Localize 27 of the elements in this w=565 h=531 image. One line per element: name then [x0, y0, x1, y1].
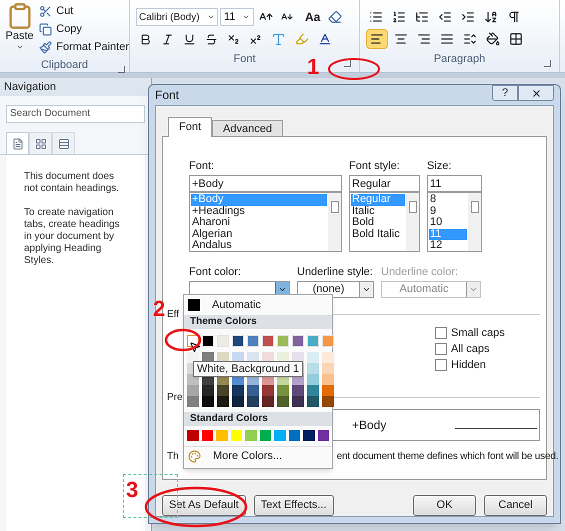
field-label: Underline style: — [297, 265, 374, 279]
preview-text: +Body — [352, 417, 386, 434]
checkbox-label: All caps — [451, 342, 490, 357]
section-header: Theme Colors — [184, 315, 332, 329]
field-label: Underline color: — [381, 265, 460, 279]
group-label: Font — [233, 52, 256, 67]
dialog-title: Font — [155, 87, 180, 104]
checkbox-label: Small caps — [451, 326, 505, 341]
checkbox-label: Hidden — [451, 358, 486, 373]
group-label: Paragraph — [434, 52, 486, 67]
field-label: Size: — [427, 159, 452, 173]
pane-message: This document does not contain headings. — [24, 171, 120, 195]
field-label: Font: — [189, 159, 216, 173]
step-number: 2 — [153, 298, 166, 320]
step-number: 1 — [307, 56, 320, 78]
field-label: Font color: — [189, 265, 242, 279]
step-number: 3 — [126, 479, 138, 501]
tooltip: White, Background 1 — [193, 361, 304, 377]
field-label: Font style: — [349, 159, 401, 173]
section-label: Eff — [167, 308, 180, 322]
section-label: Pre — [167, 391, 183, 405]
pane-title: Navigation — [4, 80, 56, 95]
description-text: ent document theme defines which font will be used. — [336, 450, 558, 464]
group-label: Clipboard — [40, 58, 88, 73]
section-header: Standard Colors — [184, 412, 332, 426]
description-text: Th — [167, 450, 179, 464]
pane-message: To create navigation tabs, create headings in your document by applying Heading Styles. — [24, 207, 121, 267]
